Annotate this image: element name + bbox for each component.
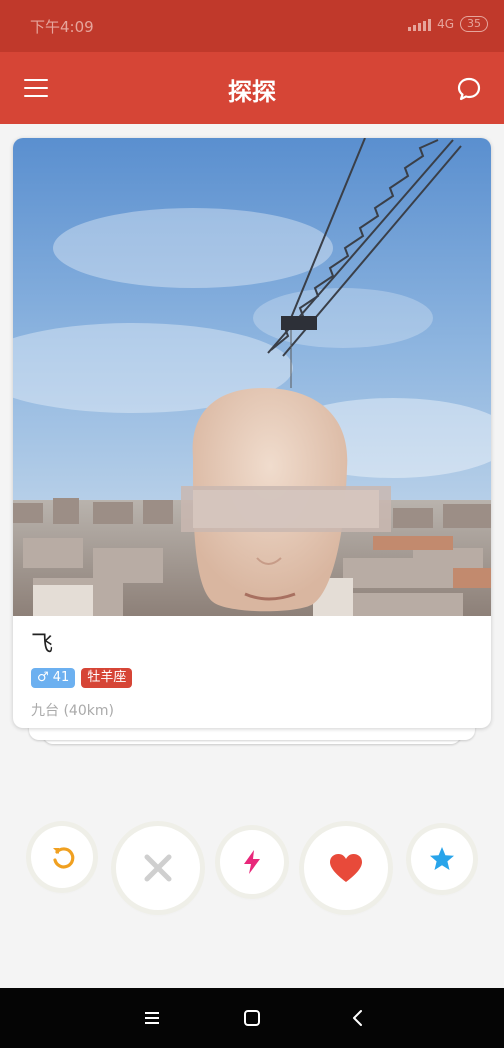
boost-button[interactable] [220, 830, 284, 894]
lightning-icon [244, 850, 260, 874]
profile-photo[interactable] [13, 138, 491, 616]
page-title: 探探 [228, 78, 276, 106]
zodiac-badge: 牡羊座 [81, 668, 133, 688]
profile-tags: ♂ 41 牡羊座 [31, 668, 471, 688]
star-icon [430, 847, 454, 870]
system-navigation-bar [0, 988, 504, 1048]
close-icon [144, 854, 172, 882]
profile-location: 九台 (40km) [31, 703, 114, 719]
status-indicators: 4G 35 [408, 16, 488, 32]
status-bar: 下午4:09 4G 35 [0, 0, 504, 52]
home-icon[interactable] [238, 1004, 266, 1032]
stacked-card-middle [29, 726, 475, 740]
back-icon[interactable] [344, 1004, 372, 1032]
profile-name: 飞 [31, 632, 54, 657]
heart-icon [330, 854, 362, 882]
chat-bubble-icon[interactable] [456, 76, 482, 102]
network-type: 4G [437, 17, 454, 31]
profile-info: 飞 ♂ 41 牡羊座 九台 (40km) [31, 622, 471, 720]
battery-indicator: 35 [460, 16, 488, 32]
recents-icon[interactable] [138, 1004, 166, 1032]
dislike-button[interactable] [116, 826, 200, 910]
profile-card[interactable]: 飞 ♂ 41 牡羊座 九台 (40km) [13, 138, 491, 728]
signal-icon [408, 17, 432, 31]
app-bar: 探探 [0, 52, 504, 124]
undo-icon [53, 847, 75, 869]
super-like-button[interactable] [411, 828, 473, 890]
status-time: 下午4:09 [30, 18, 94, 36]
undo-button[interactable] [31, 826, 93, 888]
gender-age-badge: ♂ 41 [31, 668, 76, 688]
like-button[interactable] [304, 826, 388, 910]
